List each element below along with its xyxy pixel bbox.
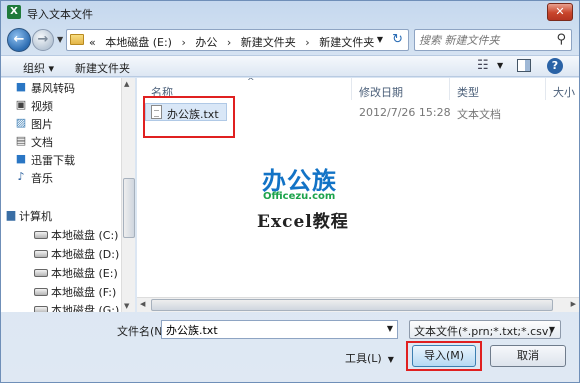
search-input[interactable] [419,33,547,48]
folder-icon [70,34,84,45]
watermark-tagline: Excel教程 [257,212,349,232]
cancel-button[interactable]: 取消 [490,345,566,367]
chevron-right-icon[interactable]: › [305,36,309,49]
nav-item-label: 迅雷下载 [31,154,75,167]
column-divider[interactable] [545,78,546,100]
tools-menu[interactable]: 工具(L) ▼ [345,350,394,366]
nav-item-label: 视频 [31,100,53,113]
chevron-down-icon[interactable]: ▼ [549,325,555,334]
window-title: 导入文本文件 [27,8,93,21]
nav-item-drive-g[interactable]: 本地磁盘 (G:) [34,302,120,312]
navigation-pane: ■ 暴风转码 ▣ 视频 ▨ 图片 ▤ 文档 ■ 迅雷下载 ♪ 音乐 ▆ 计算机 [1,78,135,312]
nav-item-baofeng[interactable]: ■ 暴风转码 [16,80,75,96]
nav-item-label: 本地磁盘 (C:) [51,229,119,242]
search-box[interactable]: ⚲ [414,29,572,51]
picture-icon: ▨ [15,116,27,129]
breadcrumb-overflow[interactable]: « [89,36,96,49]
nav-item-label: 暴风转码 [31,82,75,95]
nav-item-documents[interactable]: ▤ 文档 [16,134,53,150]
breadcrumb-new-folder-1[interactable]: 新建文件夹 [241,36,296,49]
scroll-down-icon[interactable]: ▼ [124,302,129,310]
breadcrumb-office[interactable]: 办公 [195,36,217,49]
filename-field[interactable]: ▼ [161,320,398,339]
horizontal-scroll-thumb[interactable] [151,299,553,311]
nav-item-drive-f[interactable]: 本地磁盘 (F:) [34,284,117,300]
document-icon: ▤ [15,134,27,147]
drive-icon [34,250,48,258]
forward-button[interactable]: → [32,29,54,51]
help-icon[interactable]: ? [547,58,563,74]
title-bar: X 导入文本文件 ✕ [1,1,579,25]
nav-item-label: 计算机 [19,210,52,223]
computer-icon: ▆ [6,208,16,221]
chevron-down-icon: ▼ [387,355,394,364]
music-icon: ♪ [17,170,25,183]
drive-icon [34,306,48,312]
organize-menu[interactable]: 组织 ▾ [23,60,54,76]
video-folder-icon: ■ [15,80,27,93]
address-dropdown-icon[interactable]: ▼ [377,35,383,44]
nav-item-label: 本地磁盘 (E:) [51,267,118,280]
breadcrumb-new-folder-2[interactable]: 新建文件夹 [319,36,374,49]
nav-scroll-thumb[interactable] [123,178,135,238]
tools-label: 工具(L) [345,352,382,365]
nav-item-computer[interactable]: ▆ 计算机 [7,208,52,224]
nav-item-label: 本地磁盘 (F:) [51,286,117,299]
nav-item-label: 本地磁盘 (D:) [51,248,120,261]
nav-item-label: 音乐 [31,172,53,185]
column-divider[interactable] [449,78,450,100]
file-list-horizontal-scrollbar[interactable]: ◀ ▶ [137,297,579,312]
breadcrumb: « 本地磁盘 (E:) › 办公 › 新建文件夹 › 新建文件夹 [89,34,380,50]
column-header-type[interactable]: 类型 [457,84,479,100]
nav-item-drive-c[interactable]: 本地磁盘 (C:) [34,227,119,243]
nav-scrollbar[interactable]: ▲ ▼ [121,78,135,312]
chevron-right-icon[interactable]: › [181,36,185,49]
column-header-modified[interactable]: 修改日期 [359,84,403,100]
file-highlight-annotation [143,96,235,138]
search-icon[interactable]: ⚲ [556,32,566,47]
drive-icon [34,288,48,296]
column-header-size[interactable]: 大小 [553,84,575,100]
close-button[interactable]: ✕ [547,3,573,21]
nav-item-drive-e[interactable]: 本地磁盘 (E:) [3,264,135,282]
back-button[interactable]: ← [7,28,31,52]
video-icon: ▣ [15,98,27,111]
nav-item-music[interactable]: ♪ 音乐 [17,170,53,186]
file-modified: 2012/7/26 15:28 [359,106,451,119]
nav-item-label: 文档 [31,136,53,149]
recent-pages-dropdown-icon[interactable]: ▼ [57,35,63,44]
chevron-down-icon[interactable]: ▼ [387,324,393,333]
drive-icon [34,269,48,277]
breadcrumb-drive[interactable]: 本地磁盘 (E:) [105,36,172,49]
nav-item-pictures[interactable]: ▨ 图片 [16,116,53,132]
new-folder-button[interactable]: 新建文件夹 [75,60,130,76]
nav-item-videos[interactable]: ▣ 视频 [16,98,53,114]
download-icon: ■ [15,152,27,165]
watermark-url: Officezu.com [263,191,336,202]
sort-ascending-icon: ^ [247,78,255,87]
nav-item-label: 图片 [31,118,53,131]
view-options-icon[interactable]: ☷ [477,58,489,73]
file-type-value: 文本文件(*.prn;*.txt;*.csv) [414,325,553,338]
preview-pane-icon[interactable] [517,59,531,72]
nav-item-drive-d[interactable]: 本地磁盘 (D:) [34,246,120,262]
scroll-up-icon[interactable]: ▲ [124,80,129,88]
file-type-select[interactable]: 文本文件(*.prn;*.txt;*.csv) ▼ [409,320,561,339]
address-bar[interactable]: « 本地磁盘 (E:) › 办公 › 新建文件夹 › 新建文件夹 ▼ ↻ [66,29,409,51]
import-highlight-annotation [406,341,482,371]
drive-icon [34,231,48,239]
column-divider[interactable] [351,78,352,100]
file-type: 文本文档 [457,108,501,121]
filename-input[interactable] [166,323,376,337]
nav-item-xunlei[interactable]: ■ 迅雷下载 [16,152,75,168]
nav-item-label: 本地磁盘 (G:) [51,304,120,312]
view-dropdown-icon[interactable]: ▼ [497,61,503,70]
import-text-dialog: X 导入文本文件 ✕ ← → ▼ « 本地磁盘 (E:) › 办公 › 新建文件… [0,0,580,383]
excel-icon: X [7,5,21,19]
scroll-left-icon[interactable]: ◀ [140,300,145,308]
command-bar: 组织 ▾ 新建文件夹 ☷ ▼ ? [1,55,579,77]
refresh-icon[interactable]: ↻ [392,32,403,47]
chevron-right-icon[interactable]: › [227,36,231,49]
scroll-right-icon[interactable]: ▶ [571,300,576,308]
